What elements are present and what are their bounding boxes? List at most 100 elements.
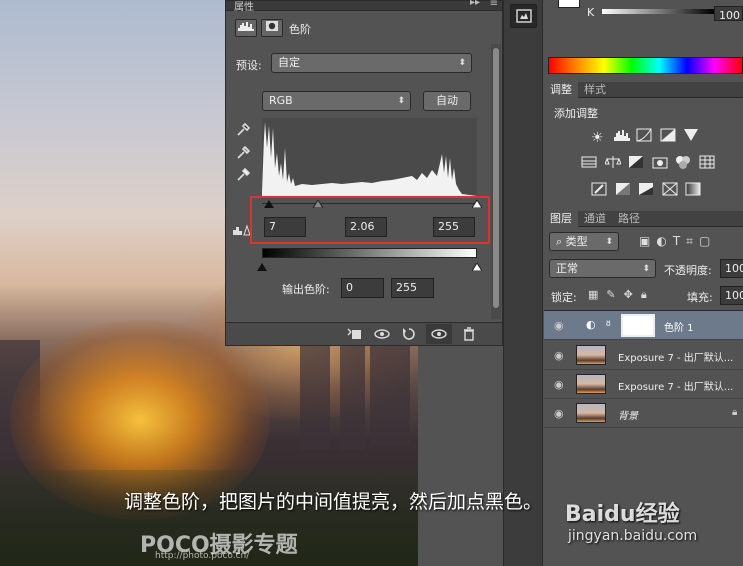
layer-mask-thumbnail[interactable] (621, 314, 655, 337)
lock-move-icon[interactable]: ✥ (624, 288, 641, 301)
building (370, 345, 410, 445)
filter-value: 类型 (565, 235, 588, 248)
layer-thumbnail (576, 403, 606, 423)
input-gamma-field[interactable]: 2.06 (345, 217, 387, 237)
preset-label: 预设: (236, 59, 262, 72)
link-icon[interactable]: ᴕ (606, 318, 611, 329)
selective-color-icon[interactable] (662, 182, 682, 199)
lock-icon: 🔒︎ (732, 407, 738, 418)
layer-row[interactable]: ◉ Exposure 7 - 出厂默认... (544, 341, 743, 370)
lock-icons: ▦✎✥🔒︎ (588, 288, 655, 302)
tab-channels[interactable]: 通道 (578, 211, 612, 227)
k-value-field[interactable]: 100 (714, 6, 743, 22)
blend-mode-dropdown[interactable]: 正常 ⬍ (549, 259, 656, 278)
output-black-field[interactable]: 0 (341, 278, 384, 298)
clipping-warning-icon[interactable] (232, 224, 252, 239)
levels-adjust-icon[interactable] (613, 128, 633, 145)
color-lookup-icon[interactable] (699, 155, 719, 172)
properties-panel-icon[interactable] (510, 4, 537, 28)
photo-filter-icon[interactable] (652, 155, 672, 172)
properties-scrollbar[interactable] (491, 44, 501, 319)
fill-field[interactable]: 100 (720, 286, 743, 305)
posterize-icon[interactable] (615, 182, 635, 199)
layer-name: 背景 (618, 411, 638, 422)
lock-label: 锁定: (551, 291, 577, 304)
view-previous-state-icon[interactable] (374, 327, 392, 344)
color-spectrum-ramp[interactable] (548, 57, 743, 74)
building (340, 330, 365, 450)
layer-row[interactable]: ◉ 背景 🔒︎ (544, 399, 743, 428)
tab-adjustments[interactable]: 调整 (544, 82, 578, 98)
invert-icon[interactable] (591, 182, 611, 199)
curves-icon[interactable] (636, 128, 656, 145)
output-levels-label: 输出色阶: (282, 283, 330, 296)
layer-row[interactable]: ◉ Exposure 7 - 出厂默认... (544, 370, 743, 399)
input-black-field[interactable]: 7 (264, 217, 306, 237)
gray-point-eyedropper-icon[interactable] (235, 145, 251, 164)
output-white-field[interactable]: 255 (391, 278, 434, 298)
panel-menu-icon[interactable]: ≡ (490, 0, 498, 9)
properties-tab[interactable]: 属性 (234, 0, 254, 13)
k-slider[interactable] (602, 9, 714, 14)
clip-to-layer-icon[interactable] (346, 327, 362, 344)
opacity-label: 不透明度: (664, 264, 712, 277)
hue-saturation-icon[interactable] (581, 155, 601, 172)
auto-button[interactable]: 自动 (423, 91, 471, 111)
preset-value: 自定 (278, 56, 300, 69)
output-gradient-bar (262, 248, 477, 258)
layer-filter-dropdown[interactable]: ⌕ 类型 ⬍ (549, 232, 619, 251)
layers-tab-bar: 图层 通道 路径 (544, 211, 743, 227)
delete-icon[interactable] (462, 327, 476, 344)
dropdown-arrows-icon: ⬍ (458, 58, 466, 68)
gradient-map-icon[interactable] (685, 182, 705, 199)
foreground-color-swatch[interactable] (558, 0, 580, 8)
fill-label: 填充: (687, 291, 713, 304)
scroll-thumb[interactable] (493, 48, 499, 308)
tab-styles[interactable]: 样式 (578, 82, 612, 98)
baidu-url-watermark: jingyan.baidu.com (568, 528, 698, 544)
white-point-eyedropper-icon[interactable] (235, 167, 251, 186)
adjustments-tab-bar: 调整 样式 (544, 82, 743, 98)
toggle-visibility-icon[interactable] (426, 324, 452, 344)
panel-icon-strip (503, 0, 543, 566)
black-white-icon[interactable] (628, 155, 648, 172)
visibility-eye-icon[interactable]: ◉ (554, 319, 564, 332)
reset-icon[interactable] (402, 327, 416, 344)
channel-dropdown[interactable]: RGB ⬍ (262, 91, 411, 111)
input-white-field[interactable]: 255 (433, 217, 475, 237)
preset-dropdown[interactable]: 自定 ⬍ (271, 53, 472, 73)
layer-row[interactable]: ◉ ◐ ᴕ 色阶 1 (544, 311, 743, 340)
output-black-slider[interactable] (257, 261, 267, 274)
lock-transparency-icon[interactable]: ▦ (588, 288, 606, 301)
tab-paths[interactable]: 路径 (612, 211, 646, 227)
layer-filter-icons: ▣◐T⌗▢ (639, 234, 716, 249)
right-panel-dock: K 100 调整样式 添加调整 ☀ 图层通道路径 ⌕ 类型 ⬍ ▣◐T⌗▢ (544, 0, 743, 566)
tab-layers[interactable]: 图层 (544, 211, 578, 227)
levels-icon[interactable] (235, 19, 257, 37)
brightness-icon[interactable]: ☀ (591, 130, 609, 146)
add-adjustment-label: 添加调整 (554, 107, 598, 120)
smart-object-filter-icon[interactable]: ▢ (699, 234, 716, 248)
type-filter-icon[interactable]: T (673, 234, 686, 248)
layer-thumbnail (576, 345, 606, 365)
adjustment-filter-icon[interactable]: ◐ (656, 234, 672, 248)
black-point-eyedropper-icon[interactable] (235, 122, 251, 141)
adjustment-icons-row1: ☀ (591, 128, 711, 146)
poco-url-watermark: http://photo.poco.cn/ (155, 551, 250, 561)
mask-icon[interactable] (261, 19, 283, 37)
exposure-icon[interactable] (660, 128, 680, 145)
pixel-filter-icon[interactable]: ▣ (639, 234, 656, 248)
shape-filter-icon[interactable]: ⌗ (686, 234, 699, 248)
color-balance-icon[interactable] (603, 155, 625, 172)
collapse-icon[interactable]: ▸▸ (470, 0, 480, 8)
visibility-eye-icon[interactable]: ◉ (554, 349, 564, 362)
vibrance-icon[interactable] (683, 128, 701, 145)
visibility-eye-icon[interactable]: ◉ (554, 407, 564, 420)
threshold-icon[interactable] (638, 182, 658, 199)
lock-all-icon[interactable]: 🔒︎ (641, 288, 655, 301)
channel-mixer-icon[interactable] (675, 155, 695, 172)
lock-paint-icon[interactable]: ✎ (606, 288, 623, 301)
opacity-field[interactable]: 100 (720, 259, 743, 278)
visibility-eye-icon[interactable]: ◉ (554, 378, 564, 391)
output-white-slider[interactable] (471, 261, 483, 274)
